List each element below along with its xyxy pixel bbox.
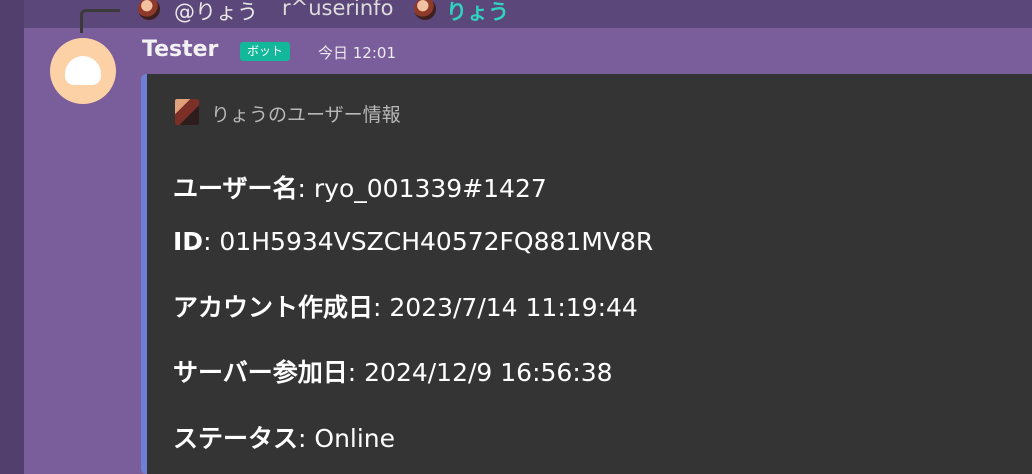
field-name: ステータス <box>173 424 299 453</box>
reply-connector-line <box>80 9 120 33</box>
field-id: ID: 01H5934VSZCH40572FQ881MV8R <box>173 227 653 256</box>
field-value: : 2023/7/14 11:19:44 <box>373 293 638 322</box>
bot-badge: ボット <box>240 42 291 61</box>
author-name[interactable]: Tester <box>142 37 218 62</box>
reply-command-text[interactable]: r^userinfo <box>282 0 393 20</box>
embed-author-icon <box>175 99 199 125</box>
field-username: ユーザー名: ryo_001339#1427 <box>173 169 547 205</box>
field-value: : Online <box>298 424 396 453</box>
field-name: ID <box>173 227 204 256</box>
embed-author-name: りょうのユーザー情報 <box>211 104 401 126</box>
field-value: : ryo_001339#1427 <box>297 174 547 203</box>
field-name: ユーザー名 <box>173 174 298 203</box>
reply-target-name[interactable]: りょう <box>446 0 509 26</box>
field-value: : 2024/12/9 16:56:38 <box>347 358 613 387</box>
avatar[interactable] <box>50 38 116 104</box>
field-server-joined: サーバー参加日: 2024/12/9 16:56:38 <box>173 353 613 389</box>
field-name: アカウント作成日 <box>173 293 374 322</box>
field-account-created: アカウント作成日: 2023/7/14 11:19:44 <box>173 288 638 324</box>
field-value: : 01H5934VSZCH40572FQ881MV8R <box>203 227 654 256</box>
field-status: ステータス: Online <box>173 419 395 455</box>
avatar-blob-icon <box>65 56 101 85</box>
embed-card: りょうのユーザー情報 ユーザー名: ryo_001339#1427 ID: 01… <box>141 74 1032 474</box>
left-gutter <box>0 0 24 474</box>
field-name: サーバー参加日 <box>173 358 348 387</box>
reply-mention[interactable]: @りょう <box>174 0 258 26</box>
message-timestamp: 今日 12:01 <box>318 44 396 62</box>
